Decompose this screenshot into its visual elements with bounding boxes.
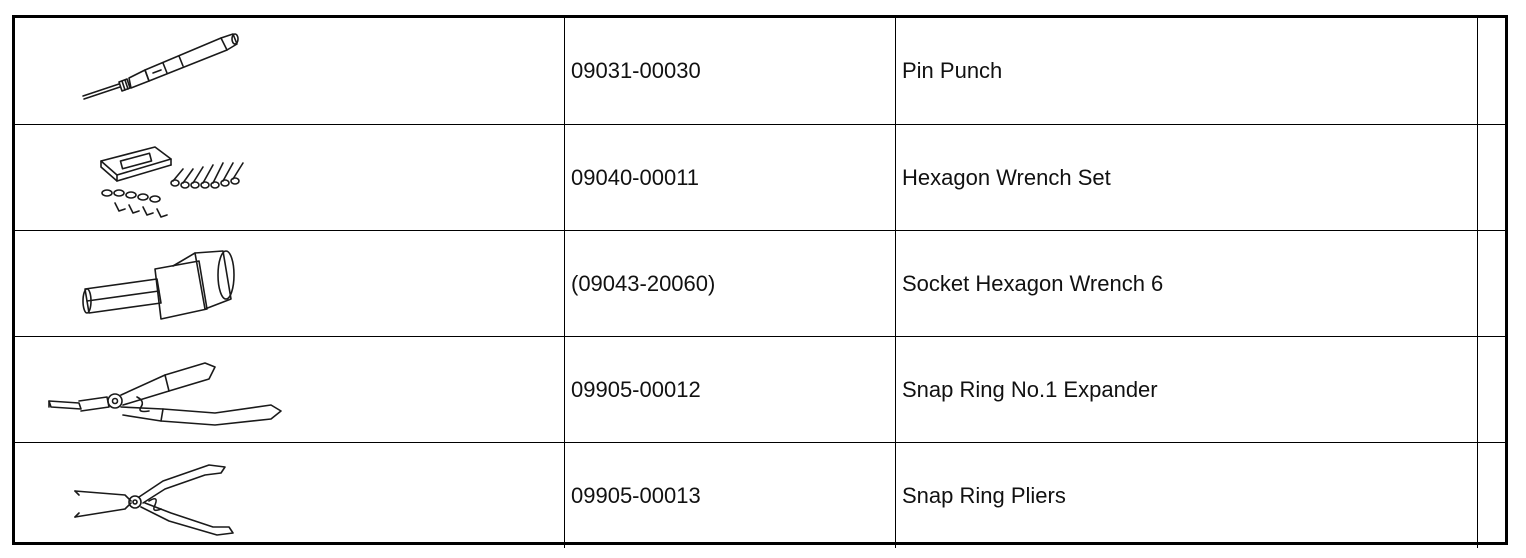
tool-name: Pin Punch <box>896 18 1478 124</box>
illustration-cell <box>15 125 565 230</box>
table-row: 09031-00030 Pin Punch <box>15 18 1505 124</box>
part-number: (09043-20060) <box>565 231 896 336</box>
part-number: 09905-00012 <box>565 337 896 442</box>
illustration-cell <box>15 337 565 442</box>
note-cell <box>1478 125 1508 230</box>
hexagon-wrench-set-icon <box>100 145 244 218</box>
illustration-cell <box>15 231 565 336</box>
part-number: 09031-00030 <box>565 18 896 124</box>
snap-ring-pliers-icon <box>74 463 234 536</box>
table-row: (09043-20060) Socket Hexagon Wrench 6 <box>15 230 1505 336</box>
tool-name: Socket Hexagon Wrench 6 <box>896 231 1478 336</box>
tool-name: Snap Ring Pliers <box>896 443 1478 548</box>
illustration-cell <box>15 443 565 548</box>
snap-ring-expander-icon <box>48 361 282 426</box>
tool-name: Snap Ring No.1 Expander <box>896 337 1478 442</box>
note-cell <box>1478 443 1508 548</box>
socket-hexagon-wrench-icon <box>82 249 235 320</box>
note-cell <box>1478 337 1508 442</box>
illustration-cell <box>15 18 565 124</box>
note-cell <box>1478 18 1508 124</box>
special-tools-table: 09031-00030 Pin Punch 09040-00011 Hexago… <box>12 15 1508 548</box>
table-row: 09040-00011 Hexagon Wrench Set <box>15 124 1505 230</box>
part-number: 09905-00013 <box>565 443 896 548</box>
table-row: 09905-00013 Snap Ring Pliers <box>15 442 1505 548</box>
pin-punch-icon <box>82 33 239 100</box>
table-row: 09905-00012 Snap Ring No.1 Expander <box>15 336 1505 442</box>
tool-name: Hexagon Wrench Set <box>896 125 1478 230</box>
part-number: 09040-00011 <box>565 125 896 230</box>
note-cell <box>1478 231 1508 336</box>
